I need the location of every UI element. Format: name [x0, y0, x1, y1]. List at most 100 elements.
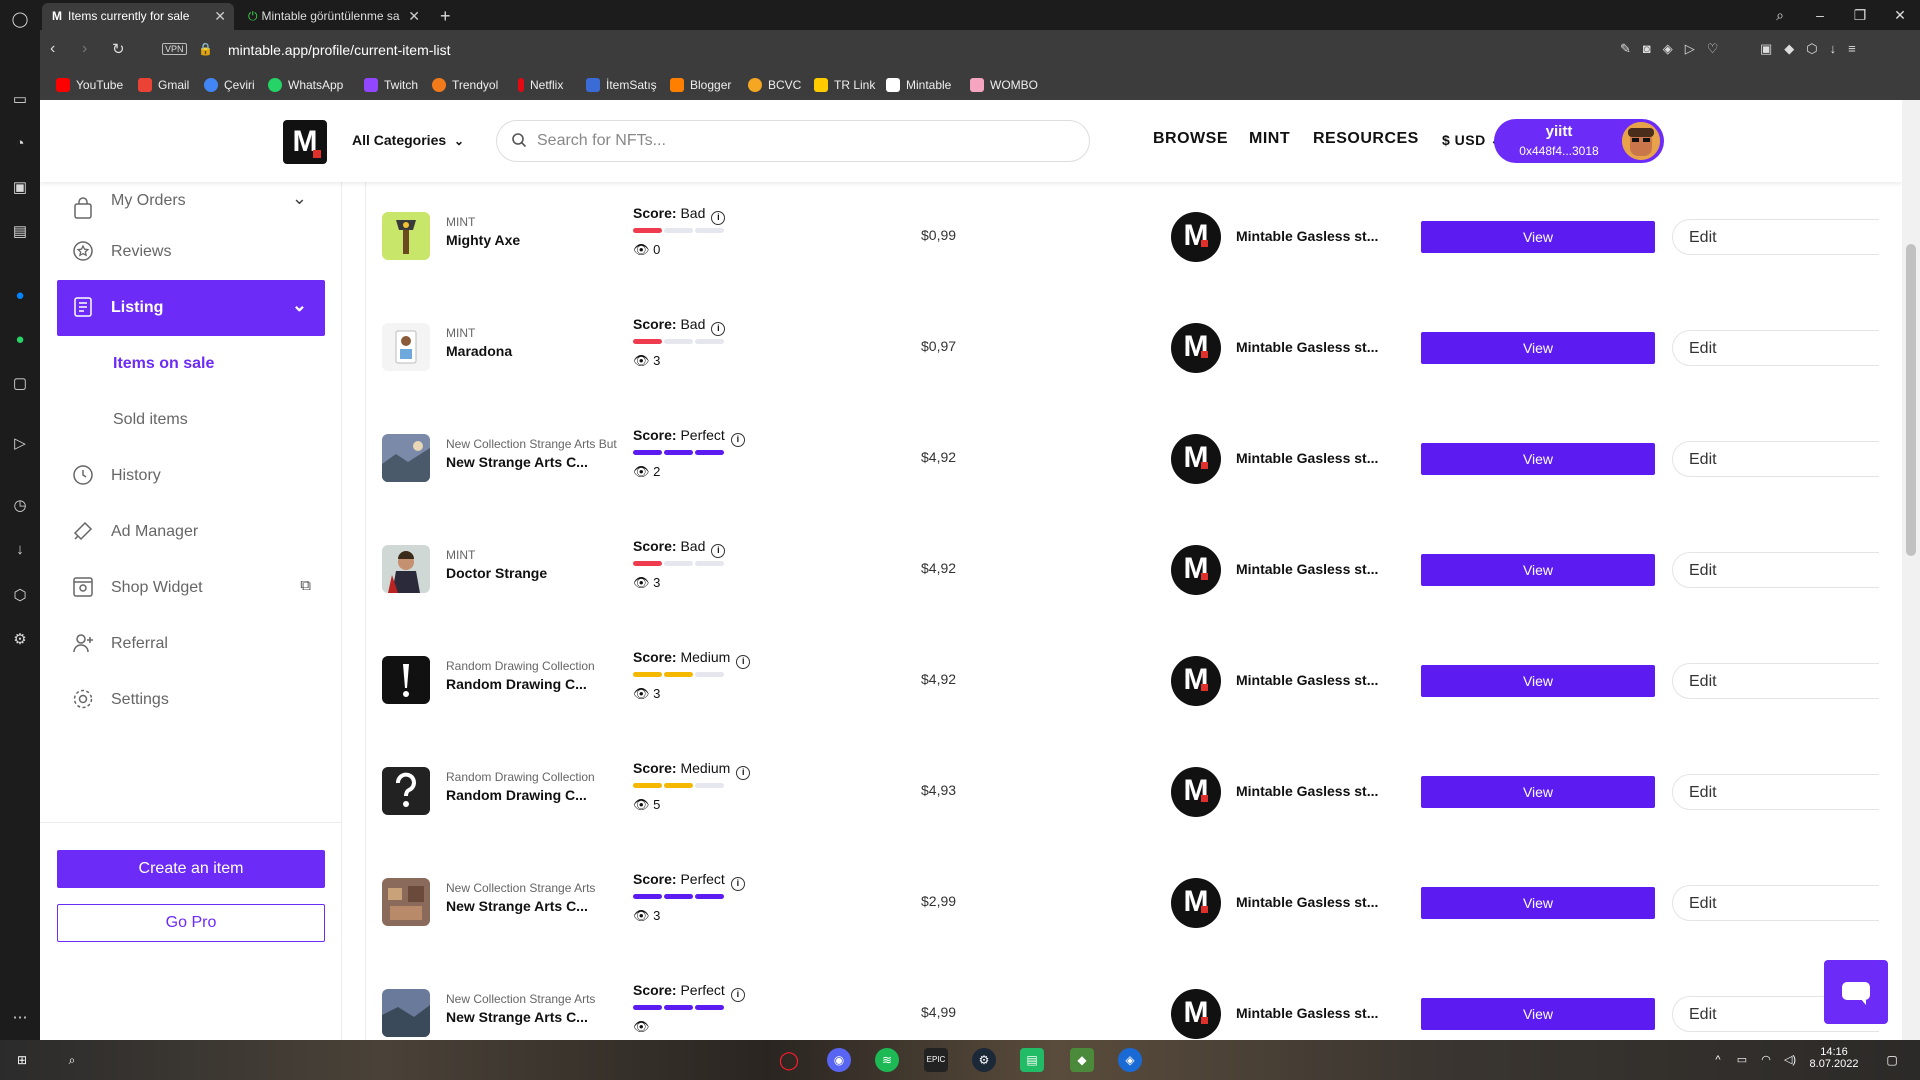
store-name[interactable]: Mintable Gasless st...: [1236, 783, 1378, 799]
bookmark-blogger[interactable]: Blogger: [670, 70, 731, 100]
bookmark-wombo[interactable]: WOMBO: [970, 70, 1038, 100]
store-name[interactable]: Mintable Gasless st...: [1236, 561, 1378, 577]
nav-browse[interactable]: BROWSE: [1153, 130, 1228, 148]
item-name[interactable]: Random Drawing C...: [446, 787, 587, 803]
minecraft-taskbar-icon[interactable]: ◆: [1070, 1048, 1094, 1072]
bookmark-gmail[interactable]: Gmail: [138, 70, 189, 100]
bag-icon[interactable]: ▣: [8, 176, 32, 200]
submenu-items-on-sale[interactable]: Items on sale: [113, 355, 214, 373]
bookmark-whatsapp[interactable]: WhatsApp: [268, 70, 343, 100]
sidebar-item-reviews[interactable]: Reviews: [57, 224, 325, 280]
volume-icon[interactable]: ◁): [1778, 1048, 1802, 1072]
forward-icon[interactable]: ›: [82, 40, 87, 58]
spotify-taskbar-icon[interactable]: ≋: [875, 1048, 899, 1072]
categories-dropdown[interactable]: All Categories ⌄: [352, 132, 464, 148]
store-avatar[interactable]: M: [1171, 767, 1221, 817]
close-tab-icon[interactable]: ✕: [408, 3, 420, 30]
nft-thumbnail[interactable]: [382, 989, 430, 1037]
url-field[interactable]: mintable.app/profile/current-item-list: [228, 42, 451, 58]
bookmark-trlink[interactable]: TR Link: [814, 70, 875, 100]
app-taskbar-icon[interactable]: ▤: [1020, 1048, 1044, 1072]
bookmark-twitch[interactable]: Twitch: [364, 70, 418, 100]
gamepad-icon[interactable]: ▭: [8, 88, 32, 112]
extension-icons[interactable]: ▣◆⬡↓≡: [1760, 41, 1868, 57]
store-name[interactable]: Mintable Gasless st...: [1236, 450, 1378, 466]
nft-thumbnail[interactable]: [382, 434, 430, 482]
sidebar-item-shop-widget[interactable]: Shop Widget ⧉: [57, 560, 325, 616]
item-name[interactable]: New Strange Arts C...: [446, 454, 588, 470]
wifi-icon[interactable]: ◠: [1754, 1048, 1778, 1072]
view-button[interactable]: View: [1421, 443, 1655, 475]
edit-dropdown[interactable]: Edit: [1672, 219, 1879, 255]
edit-dropdown[interactable]: Edit: [1672, 441, 1879, 477]
history-icon[interactable]: ◷: [8, 494, 32, 518]
nav-resources[interactable]: RESOURCES: [1313, 130, 1419, 148]
twitch-icon[interactable]: ▤: [8, 220, 32, 244]
sidebar-item-history[interactable]: History: [57, 448, 325, 504]
bookmark-netflix[interactable]: Netflix: [518, 70, 563, 100]
new-tab-button[interactable]: +: [432, 3, 462, 30]
info-icon[interactable]: i: [736, 766, 751, 780]
bookmark-mintable[interactable]: Mintable: [886, 70, 951, 100]
store-name[interactable]: Mintable Gasless st...: [1236, 1005, 1378, 1021]
store-avatar[interactable]: M: [1171, 323, 1221, 373]
nft-thumbnail[interactable]: [382, 323, 430, 371]
search-box[interactable]: [496, 120, 1090, 162]
close-window-button[interactable]: ✕: [1880, 0, 1920, 30]
player-icon[interactable]: ▷: [8, 432, 32, 456]
store-avatar[interactable]: M: [1171, 656, 1221, 706]
info-icon[interactable]: i: [711, 322, 726, 336]
item-name[interactable]: New Strange Arts C...: [446, 1009, 588, 1025]
tab-mintable-views[interactable]: ⏻ Mintable görüntülenme sa ✕: [238, 3, 428, 30]
item-name[interactable]: New Strange Arts C...: [446, 898, 588, 914]
back-icon[interactable]: ‹: [50, 40, 55, 58]
extensions-icon[interactable]: ⬡: [8, 584, 32, 608]
info-icon[interactable]: i: [730, 877, 745, 891]
edit-dropdown[interactable]: Edit: [1672, 330, 1879, 366]
search-icon[interactable]: ⌕: [60, 1048, 84, 1072]
maximize-button[interactable]: ❐: [1840, 0, 1880, 30]
edit-dropdown[interactable]: Edit: [1672, 774, 1879, 810]
rocket-league-taskbar-icon[interactable]: ◈: [1118, 1048, 1142, 1072]
submenu-sold-items[interactable]: Sold items: [113, 411, 188, 429]
store-avatar[interactable]: M: [1171, 545, 1221, 595]
info-icon[interactable]: i: [711, 211, 726, 225]
store-name[interactable]: Mintable Gasless st...: [1236, 894, 1378, 910]
info-icon[interactable]: i: [730, 433, 745, 447]
address-actions[interactable]: ✎◙◈▷♡: [1620, 41, 1730, 57]
info-icon[interactable]: i: [711, 544, 726, 558]
create-item-button[interactable]: Create an item: [57, 850, 325, 888]
reload-icon[interactable]: ↻: [112, 40, 125, 58]
profile-button[interactable]: yiitt 0x448f4...3018: [1494, 119, 1664, 163]
chat-support-button[interactable]: [1824, 960, 1888, 1024]
scrollbar-track[interactable]: [1902, 100, 1920, 1040]
store-name[interactable]: Mintable Gasless st...: [1236, 672, 1378, 688]
nft-thumbnail[interactable]: [382, 545, 430, 593]
nft-thumbnail[interactable]: [382, 212, 430, 260]
store-avatar[interactable]: M: [1171, 878, 1221, 928]
opera-taskbar-icon[interactable]: ◯: [777, 1048, 801, 1072]
battery-icon[interactable]: ▭: [1730, 1048, 1754, 1072]
bookmark-ceviri[interactable]: Çeviri: [204, 70, 255, 100]
bookmark-youtube[interactable]: YouTube: [56, 70, 123, 100]
store-name[interactable]: Mintable Gasless st...: [1236, 228, 1378, 244]
view-button[interactable]: View: [1421, 887, 1655, 919]
sidebar-item-listing[interactable]: Listing ⌄: [57, 280, 325, 336]
view-button[interactable]: View: [1421, 221, 1655, 253]
scrollbar-thumb[interactable]: [1906, 244, 1916, 556]
view-button[interactable]: View: [1421, 554, 1655, 586]
store-name[interactable]: Mintable Gasless st...: [1236, 339, 1378, 355]
item-name[interactable]: Random Drawing C...: [446, 676, 587, 692]
windows-start-icon[interactable]: ⊞: [10, 1048, 34, 1072]
info-icon[interactable]: i: [730, 988, 745, 1002]
sidebar-item-referral[interactable]: Referral: [57, 616, 325, 672]
view-button[interactable]: View: [1421, 332, 1655, 364]
steam-taskbar-icon[interactable]: ⚙: [972, 1048, 996, 1072]
edit-dropdown[interactable]: Edit: [1672, 552, 1879, 588]
store-avatar[interactable]: M: [1171, 434, 1221, 484]
notifications-icon[interactable]: ▢: [1880, 1048, 1904, 1072]
nft-thumbnail[interactable]: [382, 878, 430, 926]
epic-games-taskbar-icon[interactable]: EPIC: [924, 1048, 948, 1072]
edit-dropdown[interactable]: Edit: [1672, 663, 1879, 699]
view-button[interactable]: View: [1421, 998, 1655, 1030]
